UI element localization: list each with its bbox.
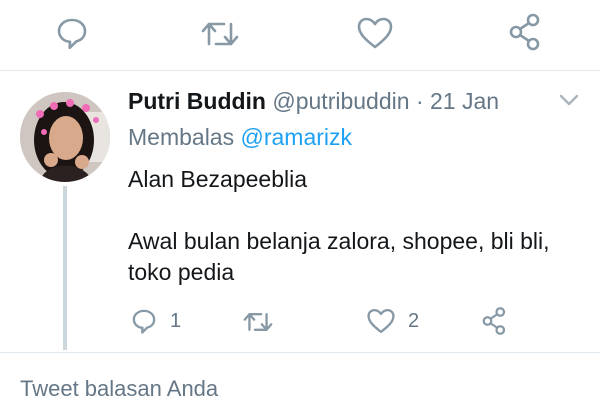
share-icon [480, 306, 510, 336]
divider [0, 352, 600, 353]
reply-count: 1 [170, 309, 182, 332]
top-action-bar [0, 0, 600, 68]
tweet-body: Alan Bezapeeblia Awal bulan belanja zalo… [128, 164, 578, 288]
display-name[interactable]: Putri Buddin [128, 88, 266, 114]
tweet-action-bar: 1 2 [0, 304, 600, 344]
reply-context: Membalas @ramarizk [128, 124, 352, 151]
tweet-text-line: Awal bulan belanja zalora, shopee, bli b… [128, 228, 550, 285]
share-button[interactable] [480, 306, 510, 336]
tweet-date[interactable]: 21 Jan [430, 88, 499, 114]
reply-icon [130, 306, 158, 336]
reply-prefix: Membalas [128, 124, 235, 150]
divider [0, 70, 600, 71]
avatar[interactable] [20, 92, 110, 182]
retweet-icon[interactable] [200, 16, 240, 52]
tweet-text-line: Alan Bezapeeblia [128, 166, 308, 192]
chevron-down-icon[interactable] [558, 92, 580, 108]
reply-icon[interactable] [54, 15, 90, 51]
like-count: 2 [408, 309, 420, 332]
reply-to-user-link[interactable]: @ramarizk [241, 124, 353, 150]
retweet-icon [242, 308, 274, 336]
reply-button[interactable]: 1 [130, 306, 181, 336]
retweet-button[interactable] [242, 308, 274, 336]
tweet-header: Putri Buddin @putribuddin · 21 Jan [128, 88, 499, 115]
user-handle[interactable]: @putribuddin [272, 88, 409, 114]
like-button[interactable]: 2 [366, 307, 419, 335]
heart-icon [366, 307, 396, 335]
reply-composer-input[interactable]: Tweet balasan Anda [20, 376, 218, 402]
share-icon[interactable] [506, 13, 546, 51]
separator-dot: · [415, 88, 424, 114]
heart-icon[interactable] [356, 15, 394, 51]
